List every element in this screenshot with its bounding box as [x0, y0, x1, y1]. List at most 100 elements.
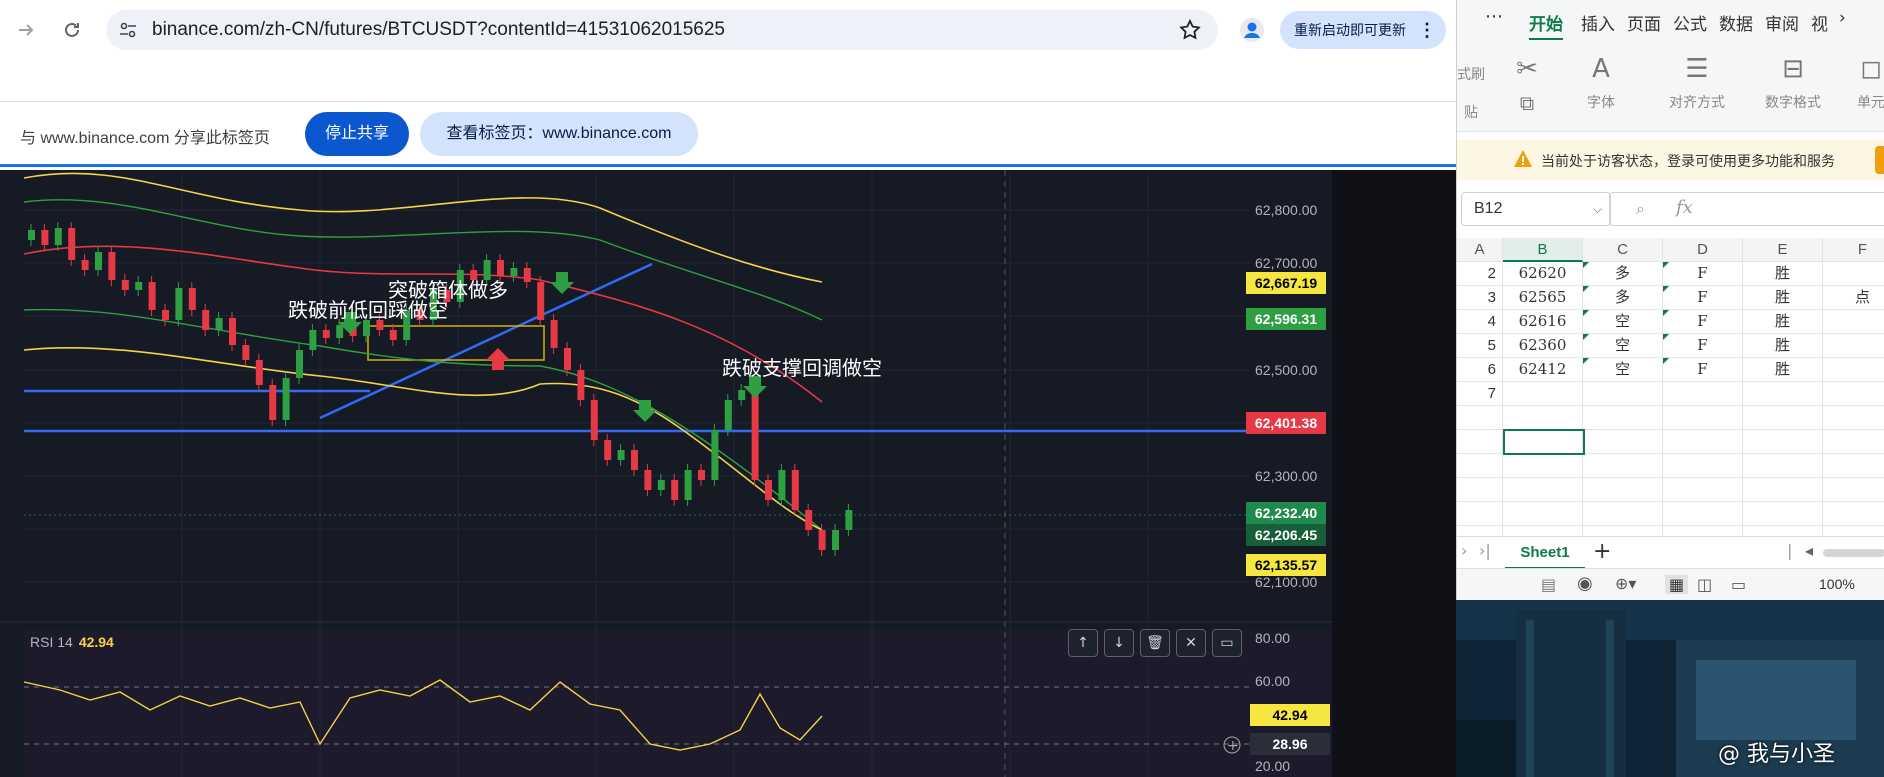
chevron-right-icon[interactable]: ›: [1839, 8, 1846, 28]
table-cell[interactable]: [1503, 478, 1583, 502]
relaunch-update-button[interactable]: 重新启动即可更新 ⋮: [1280, 11, 1446, 49]
eye-icon[interactable]: ◉: [1577, 573, 1593, 594]
url-text[interactable]: binance.com/zh-CN/futures/BTCUSDT?conten…: [152, 19, 725, 41]
profile-button[interactable]: [1236, 14, 1268, 46]
row-header[interactable]: 3: [1457, 286, 1503, 310]
font-tool[interactable]: A 字体: [1561, 52, 1641, 112]
stop-sharing-button[interactable]: 停止共享: [305, 112, 409, 156]
table-cell[interactable]: 62616: [1503, 310, 1583, 334]
table-cell[interactable]: [1823, 502, 1884, 526]
table-cell[interactable]: 空: [1583, 334, 1663, 358]
table-cell[interactable]: [1743, 406, 1823, 430]
table-cell[interactable]: [1823, 334, 1884, 358]
table-cell[interactable]: [1823, 262, 1884, 286]
kebab-menu-icon[interactable]: ⋮: [1418, 11, 1436, 49]
column-header-a[interactable]: A: [1457, 238, 1503, 262]
last-sheet-icon[interactable]: ›|: [1479, 541, 1491, 560]
move-up-icon[interactable]: ↑: [1068, 629, 1098, 657]
table-cell[interactable]: [1583, 454, 1663, 478]
clipboard-tool[interactable]: ✂ ⧉: [1497, 52, 1557, 120]
zoom-level[interactable]: 100%: [1819, 576, 1855, 592]
table-cell[interactable]: 胜: [1743, 286, 1823, 310]
table-cell[interactable]: [1743, 382, 1823, 406]
table-cell[interactable]: [1823, 358, 1884, 382]
tab-formula[interactable]: 公式: [1673, 10, 1707, 35]
table-cell[interactable]: [1583, 382, 1663, 406]
table-cell[interactable]: [1663, 430, 1743, 454]
table-cell[interactable]: [1823, 406, 1884, 430]
row-header[interactable]: 5: [1457, 334, 1503, 358]
table-cell[interactable]: 62620: [1503, 262, 1583, 286]
table-cell[interactable]: 胜: [1743, 262, 1823, 286]
column-header-b[interactable]: B: [1503, 238, 1583, 262]
table-cell[interactable]: [1583, 406, 1663, 430]
table-cell[interactable]: 点: [1823, 286, 1884, 310]
tab-insert[interactable]: 插入: [1581, 10, 1615, 35]
crosshair-icon[interactable]: ⊕▾: [1615, 574, 1636, 593]
row-header[interactable]: 4: [1457, 310, 1503, 334]
table-cell[interactable]: 胜: [1743, 358, 1823, 382]
maximize-icon[interactable]: ▭: [1212, 629, 1242, 657]
candlestick-chart[interactable]: 62,800.00 62,700.00 62,500.00 62,300.00 62,1…: [0, 170, 1456, 777]
row-header[interactable]: [1457, 430, 1503, 454]
table-cell[interactable]: [1663, 382, 1743, 406]
table-cell[interactable]: F: [1663, 310, 1743, 334]
table-cell[interactable]: [1823, 382, 1884, 406]
table-cell[interactable]: [1663, 454, 1743, 478]
site-settings-icon[interactable]: [118, 20, 138, 40]
row-header[interactable]: 6: [1457, 358, 1503, 382]
formula-input[interactable]: ⌕ fx: [1609, 192, 1884, 226]
name-box[interactable]: B12 ⌵: [1461, 192, 1611, 226]
table-cell[interactable]: F: [1663, 334, 1743, 358]
address-bar[interactable]: binance.com/zh-CN/futures/BTCUSDT?conten…: [106, 10, 1218, 50]
sheet-tab-sheet1[interactable]: Sheet1: [1505, 537, 1585, 569]
table-cell[interactable]: 空: [1583, 310, 1663, 334]
number-format-tool[interactable]: ⊟ 数字格式: [1743, 52, 1843, 112]
page-icon[interactable]: ▤: [1541, 575, 1556, 594]
table-cell[interactable]: [1823, 478, 1884, 502]
tab-home[interactable]: 开始: [1529, 10, 1563, 41]
trash-icon[interactable]: 🗑: [1140, 629, 1170, 657]
table-cell[interactable]: [1503, 382, 1583, 406]
column-header-f[interactable]: F: [1823, 238, 1884, 262]
bookmark-star-icon[interactable]: [1178, 18, 1202, 42]
trading-chart[interactable]: 62,800.00 62,700.00 62,500.00 62,300.00 62,1…: [0, 170, 1456, 777]
column-header-e[interactable]: E: [1743, 238, 1823, 262]
table-cell[interactable]: F: [1663, 358, 1743, 382]
column-header-d[interactable]: D: [1663, 238, 1743, 262]
move-down-icon[interactable]: ↓: [1104, 629, 1134, 657]
table-cell[interactable]: [1823, 430, 1884, 454]
table-cell[interactable]: [1583, 502, 1663, 526]
table-cell[interactable]: 多: [1583, 286, 1663, 310]
scroll-left-icon[interactable]: ◂: [1805, 541, 1813, 560]
table-cell[interactable]: [1503, 502, 1583, 526]
collapse-icon[interactable]: ✕: [1176, 629, 1206, 657]
tab-data[interactable]: 数据: [1719, 10, 1753, 35]
row-header[interactable]: [1457, 406, 1503, 430]
row-header[interactable]: [1457, 502, 1503, 526]
more-menu-icon[interactable]: ⋯: [1485, 6, 1503, 27]
table-cell[interactable]: 62565: [1503, 286, 1583, 310]
table-cell[interactable]: 多: [1583, 262, 1663, 286]
table-cell[interactable]: [1583, 430, 1663, 454]
column-header-c[interactable]: C: [1583, 238, 1663, 262]
horizontal-scrollbar[interactable]: [1823, 549, 1884, 557]
first-sheet-icon[interactable]: ›: [1461, 541, 1467, 560]
page-break-icon[interactable]: ▭: [1731, 575, 1746, 594]
table-cell[interactable]: [1743, 454, 1823, 478]
fx-icon[interactable]: fx: [1676, 197, 1693, 218]
table-cell[interactable]: [1503, 454, 1583, 478]
tab-review[interactable]: 审阅: [1765, 10, 1799, 35]
format-painter-tool[interactable]: 式刷贴: [1457, 58, 1485, 122]
normal-view-icon[interactable]: ▦: [1665, 575, 1689, 594]
forward-button[interactable]: [10, 14, 42, 46]
table-cell[interactable]: [1663, 502, 1743, 526]
table-cell[interactable]: [1743, 478, 1823, 502]
cell-tool[interactable]: ◻ 单元: [1841, 52, 1884, 112]
table-cell[interactable]: 62412: [1503, 358, 1583, 382]
table-cell[interactable]: [1663, 478, 1743, 502]
row-header[interactable]: 7: [1457, 382, 1503, 406]
table-cell[interactable]: 空: [1583, 358, 1663, 382]
table-cell[interactable]: [1823, 310, 1884, 334]
table-cell[interactable]: 胜: [1743, 334, 1823, 358]
